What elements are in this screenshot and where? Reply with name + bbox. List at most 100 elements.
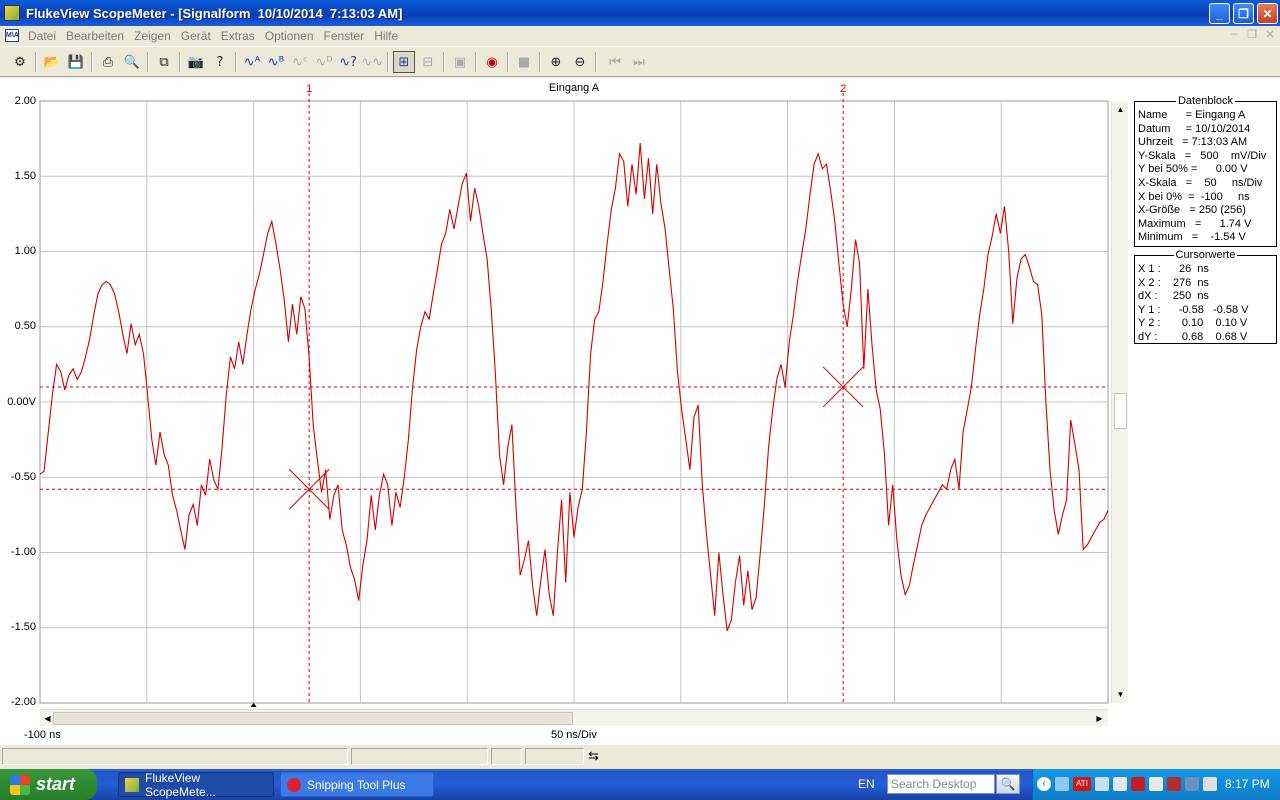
datenblock-row: X-Größe = 250 (256) (1138, 204, 1246, 217)
waveform-a-icon[interactable]: ∿ᴬ (241, 51, 263, 73)
cursor-icon[interactable]: ⊞ (393, 51, 415, 73)
start-label: start (36, 774, 76, 794)
display-icon[interactable] (1095, 777, 1109, 791)
search-input[interactable]: Search Desktop (887, 774, 995, 794)
taskbar-item-label: FlukeView ScopeMete... (145, 770, 216, 799)
save-icon[interactable]: 💾 (65, 51, 87, 73)
window-icon: ▣ (453, 54, 467, 70)
antivirus-icon[interactable] (1167, 777, 1181, 791)
menu-geraet[interactable]: Gerät (176, 29, 216, 43)
app-icon[interactable] (4, 5, 20, 21)
scroll-up-icon[interactable]: ▲ (1113, 102, 1128, 117)
volume-icon[interactable] (1113, 777, 1127, 791)
menu-datei[interactable]: Datei (23, 29, 61, 43)
ati-icon[interactable]: ATI (1073, 777, 1091, 791)
record-icon[interactable]: ◉ (481, 51, 503, 73)
menu-hilfe[interactable]: Hilfe (369, 29, 403, 43)
security-icon[interactable] (1131, 777, 1145, 791)
datenblock-row: Y-Skala = 500 mV/Div (1138, 149, 1267, 162)
minimize-button[interactable]: _ (1209, 3, 1230, 24)
status-pane (2, 748, 348, 765)
bluetooth-icon[interactable] (1185, 777, 1199, 791)
zoom-out-icon[interactable]: ⊖ (569, 51, 591, 73)
cursor-2-label: 2 (840, 83, 846, 95)
datenblock-row: Datum = 10/10/2014 (1138, 122, 1251, 135)
instrument-icon[interactable]: ⚙ (9, 51, 31, 73)
status-bar: ⇆ (0, 744, 1280, 766)
datenblock-row: Name = Eingang A (1138, 109, 1246, 121)
signal-window: Eingang A 2.00 1.50 1.00 0.50 0.00V -0.5… (0, 78, 1280, 744)
datenblock-row: Maximum = 1.74 V (1138, 217, 1252, 230)
camera-icon[interactable]: 📷 (185, 51, 207, 73)
system-tray: ‹ ATI 8:17 PM (1032, 769, 1280, 800)
datenblock-row: Minimum = -1.54 V (1138, 231, 1246, 244)
last-icon: ⏭ (633, 54, 645, 70)
waveform-query-icon[interactable]: ∿? (337, 51, 359, 73)
cursor-row: dY : 0.68 0.68 V (1138, 330, 1248, 343)
taskbar: start FlukeView ScopeMete... Snipping To… (0, 769, 1280, 800)
doc-restore-icon[interactable]: ❐ (1244, 28, 1260, 42)
scroll-right-icon[interactable]: ▶ (1092, 711, 1107, 726)
datenblock-title: Datenblock (1175, 95, 1236, 107)
datenblock-row: X-Skala = 50 ns/Div (1138, 176, 1263, 189)
waveform-d-icon: ∿ᴰ (315, 54, 333, 70)
x-axis-label: 50 ns/Div (551, 729, 597, 741)
trigger-marker-icon (250, 703, 257, 707)
vertical-scrollbar[interactable]: ▲ ▼ (1111, 101, 1128, 703)
cursor-row: Y 2 : 0.10 0.10 V (1138, 317, 1248, 330)
datenblock-panel: Datenblock Name = Eingang A Datum = 10/1… (1134, 95, 1277, 247)
search-icon[interactable]: 🔍 (996, 774, 1020, 794)
print-icon[interactable]: ⎙ (97, 51, 119, 73)
cursorwerte-title: Cursorwerte (1173, 249, 1238, 261)
print-preview-icon[interactable]: 🔍 (121, 51, 143, 73)
cursor-row: Y 1 : -0.58 -0.58 V (1138, 303, 1249, 316)
document-icon[interactable]: M\A (5, 29, 19, 42)
doc-minimize-icon[interactable]: – (1226, 28, 1242, 42)
taskbar-item-label: Snipping Tool Plus (307, 777, 406, 792)
menu-extras[interactable]: Extras (216, 29, 260, 43)
status-pane (491, 748, 522, 765)
cursor-row: dX : 250 ns (1138, 290, 1209, 303)
clock: 8:17 PM (1225, 777, 1270, 791)
close-button[interactable]: ✕ (1257, 3, 1278, 24)
waveform-b-icon[interactable]: ∿ᴮ (265, 51, 287, 73)
search-tray-icon[interactable] (1149, 777, 1163, 791)
cursor-alt-icon: ⊟ (422, 54, 434, 70)
waveform-all-icon: ∿∿ (361, 54, 383, 70)
scroll-down-icon[interactable]: ▼ (1113, 687, 1128, 702)
menu-fenster[interactable]: Fenster (319, 29, 370, 43)
tray-expand-icon[interactable]: ‹ (1037, 777, 1051, 791)
toolbar: ⚙ 📂 💾 ⎙ 🔍 ⧉ 📷 ? ∿ᴬ ∿ᴮ ∿ᶜ ∿ᴰ ∿? ∿∿ ⊞ ⊟ ▣ … (0, 46, 1280, 77)
vertical-scroll-thumb[interactable] (1114, 393, 1127, 429)
menu-zeigen[interactable]: Zeigen (129, 29, 176, 43)
open-icon[interactable]: 📂 (41, 51, 63, 73)
title-bar: FlukeView ScopeMeter - [Signalform 10/10… (0, 0, 1280, 26)
connection-icon: ⇆ (588, 748, 599, 763)
copy-icon[interactable]: ⧉ (153, 51, 175, 73)
waveform-c-icon: ∿ᶜ (292, 54, 308, 70)
menu-bearbeiten[interactable]: Bearbeiten (61, 29, 129, 43)
doc-close-icon[interactable]: ✕ (1262, 28, 1278, 42)
zoom-in-icon[interactable]: ⊕ (545, 51, 567, 73)
camera-query-icon[interactable]: ? (209, 51, 231, 73)
windows-flag-icon (10, 774, 30, 795)
waveform-plot[interactable]: 12 (0, 78, 1280, 744)
language-indicator[interactable]: EN (858, 777, 875, 791)
network-icon[interactable] (1055, 777, 1069, 791)
menu-optionen[interactable]: Optionen (260, 29, 319, 43)
horizontal-scrollbar[interactable]: ◀ ▶ (40, 709, 1108, 726)
status-pane (351, 748, 488, 765)
cursor-row: X 1 : 26 ns (1138, 263, 1209, 275)
start-button[interactable]: start (0, 769, 97, 800)
first-icon: ⏮ (609, 54, 621, 70)
cursor-1-label: 1 (306, 83, 312, 95)
taskbar-item-flukeview[interactable]: FlukeView ScopeMete... (118, 770, 274, 799)
datenblock-row: Y bei 50% = 0.00 V (1138, 163, 1248, 176)
horizontal-scroll-thumb[interactable] (53, 712, 573, 725)
usb-icon[interactable] (1203, 777, 1217, 791)
snipping-tool-icon (287, 778, 301, 792)
status-pane (525, 748, 584, 765)
maximize-button[interactable]: ❐ (1233, 3, 1254, 24)
cursorwerte-panel: Cursorwerte X 1 : 26 ns X 2 : 276 ns dX … (1134, 249, 1277, 344)
taskbar-item-snipping[interactable]: Snipping Tool Plus (280, 772, 434, 797)
